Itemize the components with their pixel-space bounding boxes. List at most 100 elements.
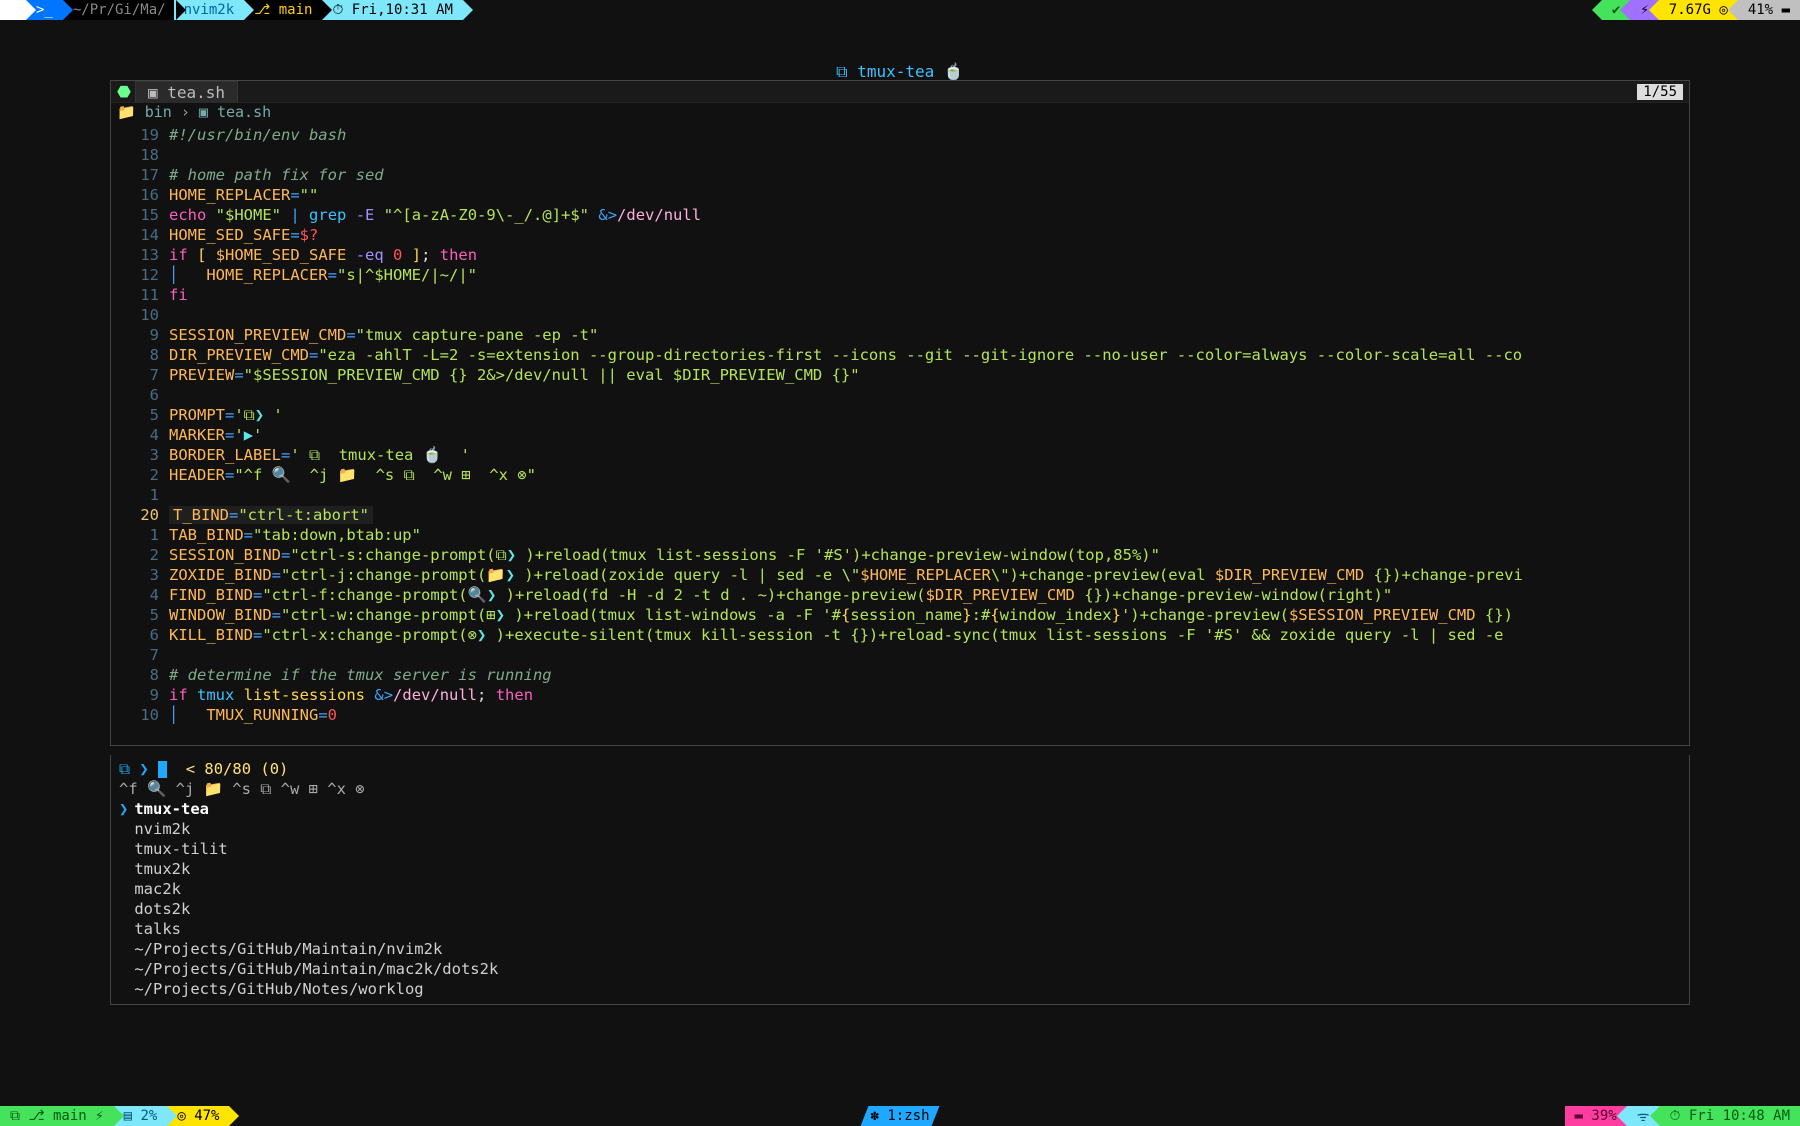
code-content[interactable]: # determine if the tmux server is runnin…	[169, 665, 552, 685]
code-content[interactable]: MARKER='▶'	[169, 425, 262, 445]
fzf-prompt-line[interactable]: ⧉ ❯ < 80/80 (0)	[119, 759, 1681, 779]
code-content[interactable]: SESSION_BIND="ctrl-s:change-prompt(⧉❯ )+…	[169, 545, 1160, 565]
code-line[interactable]: 5WINDOW_BIND="ctrl-w:change-prompt(⊞❯ )+…	[111, 605, 1685, 625]
code-content[interactable]: HEADER="^f 🔍 ^j 📁 ^s ⧉ ^w ⊞ ^x ⊗"	[169, 465, 536, 485]
code-line[interactable]: 14HOME_SED_SAFE=$?	[111, 225, 1685, 245]
tmux-window-label[interactable]: ✽ 1:zsh	[860, 1106, 939, 1126]
code-content[interactable]: HOME_REPLACER=""	[169, 185, 318, 205]
code-area[interactable]: 19#!/usr/bin/env bash1817# home path fix…	[111, 121, 1689, 729]
code-content[interactable]: T_BIND="ctrl-t:abort"	[169, 505, 373, 525]
fzf-list[interactable]: ❯tmux-tea❯nvim2k❯tmux-tilit❯tmux2k❯mac2k…	[119, 799, 1681, 999]
git-icon: ⎇	[254, 2, 279, 18]
code-line[interactable]: 5PROMPT='⧉❯ '	[111, 405, 1685, 425]
line-number: 16	[111, 185, 169, 205]
code-line[interactable]: 9SESSION_PREVIEW_CMD="tmux capture-pane …	[111, 325, 1685, 345]
code-line[interactable]: 7PREVIEW="$SESSION_PREVIEW_CMD {} 2&>/de…	[111, 365, 1685, 385]
session-segment[interactable]: ⧉ ⎇ main ⚡	[0, 1106, 114, 1126]
code-line[interactable]: 12│ HOME_REPLACER="s|^$HOME/|~/|"	[111, 265, 1685, 285]
fzf-pane[interactable]: ⧉ ❯ < 80/80 (0) ^f 🔍 ^j 📁 ^s ⧉ ^w ⊞ ^x ⊗…	[110, 755, 1690, 1005]
code-line[interactable]: 1TAB_BIND="tab:down,btab:up"	[111, 525, 1685, 545]
battery-text: 41%	[1748, 2, 1773, 18]
line-number: 17	[111, 165, 169, 185]
code-content[interactable]: FIND_BIND="ctrl-f:change-prompt(🔍❯ )+rel…	[169, 585, 1392, 605]
code-line[interactable]: 9if tmux list-sessions &>/dev/null; then	[111, 685, 1685, 705]
code-content[interactable]: WINDOW_BIND="ctrl-w:change-prompt(⊞❯ )+r…	[169, 605, 1513, 625]
code-content[interactable]: │ HOME_REPLACER="s|^$HOME/|~/|"	[169, 265, 477, 285]
list-item[interactable]: ❯tmux-tea	[119, 799, 1681, 819]
code-line[interactable]: 10	[111, 305, 1685, 325]
code-line[interactable]: 11fi	[111, 285, 1685, 305]
fzf-header: ^f 🔍 ^j 📁 ^s ⧉ ^w ⊞ ^x ⊗	[119, 779, 1681, 799]
memory-segment: 7.67G ◎	[1659, 0, 1738, 20]
code-content[interactable]: HOME_SED_SAFE=$?	[169, 225, 318, 245]
code-line[interactable]: 1	[111, 485, 1685, 505]
cpu-text: 2%	[140, 1108, 157, 1124]
code-line[interactable]: 2HEADER="^f 🔍 ^j 📁 ^s ⧉ ^w ⊞ ^x ⊗"	[111, 465, 1685, 485]
code-content[interactable]: TAB_BIND="tab:down,btab:up"	[169, 525, 421, 545]
code-line[interactable]: 8# determine if the tmux server is runni…	[111, 665, 1685, 685]
code-line[interactable]: 19#!/usr/bin/env bash	[111, 125, 1685, 145]
code-line[interactable]: 3ZOXIDE_BIND="ctrl-j:change-prompt(📁❯ )+…	[111, 565, 1685, 585]
list-item[interactable]: ❯dots2k	[119, 899, 1681, 919]
code-line[interactable]: 3BORDER_LABEL=' ⧉ tmux-tea 🍵 '	[111, 445, 1685, 465]
code-content[interactable]: #!/usr/bin/env bash	[169, 125, 346, 145]
code-line[interactable]: 4MARKER='▶'	[111, 425, 1685, 445]
list-item[interactable]: ❯tmux-tilit	[119, 839, 1681, 859]
code-content[interactable]: KILL_BIND="ctrl-x:change-prompt(⊗❯ )+exe…	[169, 625, 1504, 645]
code-line[interactable]: 13if [ $HOME_SED_SAFE -eq 0 ]; then	[111, 245, 1685, 265]
code-content[interactable]: # home path fix for sed	[169, 165, 384, 185]
list-item[interactable]: ❯nvim2k	[119, 819, 1681, 839]
line-number: 18	[111, 145, 169, 165]
line-number: 10	[111, 705, 169, 725]
fzf-cursor[interactable]	[158, 761, 167, 778]
list-item[interactable]: ❯~/Projects/GitHub/Maintain/nvim2k	[119, 939, 1681, 959]
apple-icon[interactable]	[0, 0, 26, 20]
code-content[interactable]: PREVIEW="$SESSION_PREVIEW_CMD {} 2&>/dev…	[169, 365, 860, 385]
marker-icon: ❯	[119, 800, 128, 818]
code-line[interactable]: 15echo "$HOME" | grep -E "^[a-zA-Z0-9\-_…	[111, 205, 1685, 225]
code-line[interactable]: 2SESSION_BIND="ctrl-s:change-prompt(⧉❯ )…	[111, 545, 1685, 565]
breadcrumb-path: ~/Pr/Gi/Ma/	[63, 0, 176, 20]
breadcrumb: 📁 bin › ▣ tea.sh	[111, 103, 1689, 121]
code-content[interactable]: PROMPT='⧉❯ '	[169, 405, 283, 425]
code-line[interactable]: 6	[111, 385, 1685, 405]
code-line[interactable]: 7	[111, 645, 1685, 665]
code-line[interactable]: 16HOME_REPLACER=""	[111, 185, 1685, 205]
code-line[interactable]: 10│ TMUX_RUNNING=0	[111, 705, 1685, 725]
code-line[interactable]: 17# home path fix for sed	[111, 165, 1685, 185]
battery-segment: 41% ▬	[1738, 0, 1800, 20]
code-content[interactable]: fi	[169, 285, 188, 305]
code-line[interactable]: 18	[111, 145, 1685, 165]
code-line[interactable]: 4FIND_BIND="ctrl-f:change-prompt(🔍❯ )+re…	[111, 585, 1685, 605]
list-item[interactable]: ❯~/Projects/GitHub/Maintain/mac2k/dots2k	[119, 959, 1681, 979]
code-content[interactable]: SESSION_PREVIEW_CMD="tmux capture-pane -…	[169, 325, 598, 345]
code-content[interactable]: BORDER_LABEL=' ⧉ tmux-tea 🍵 '	[169, 445, 470, 465]
code-content[interactable]: ZOXIDE_BIND="ctrl-j:change-prompt(📁❯ )+r…	[169, 565, 1523, 585]
code-content[interactable]: echo "$HOME" | grep -E "^[a-zA-Z0-9\-_/.…	[169, 205, 701, 225]
line-number: 1	[111, 525, 169, 545]
code-content[interactable]: if tmux list-sessions &>/dev/null; then	[169, 685, 533, 705]
git-branch-name: main	[279, 2, 313, 18]
fzf-count: < 80/80 (0)	[186, 760, 289, 778]
line-number: 11	[111, 285, 169, 305]
code-content[interactable]: DIR_PREVIEW_CMD="eza -ahlT -L=2 -s=exten…	[169, 345, 1522, 365]
tab-tea-sh[interactable]: ▣ tea.sh	[135, 81, 238, 103]
line-number: 6	[111, 385, 169, 405]
code-content[interactable]: if [ $HOME_SED_SAFE -eq 0 ]; then	[169, 245, 477, 265]
top-menubar: >_ ~/Pr/Gi/Ma/ nvim2k ⎇ main ⏱ Fri,10:31…	[0, 0, 1800, 20]
code-content[interactable]: │ TMUX_RUNNING=0	[169, 705, 337, 725]
code-line[interactable]: 6KILL_BIND="ctrl-x:change-prompt(⊗❯ )+ex…	[111, 625, 1685, 645]
list-item[interactable]: ❯~/Projects/GitHub/Notes/worklog	[119, 979, 1681, 999]
list-item[interactable]: ❯talks	[119, 919, 1681, 939]
code-line[interactable]: 8DIR_PREVIEW_CMD="eza -ahlT -L=2 -s=exte…	[111, 345, 1685, 365]
battery-icon: ▬	[1575, 1108, 1583, 1124]
list-item[interactable]: ❯mac2k	[119, 879, 1681, 899]
line-number: 9	[111, 325, 169, 345]
line-number: 1	[111, 485, 169, 505]
code-line[interactable]: 20T_BIND="ctrl-t:abort"	[111, 505, 1685, 525]
line-number: 3	[111, 445, 169, 465]
clock-text: Fri,10:31 AM	[352, 2, 453, 18]
list-item[interactable]: ❯tmux2k	[119, 859, 1681, 879]
editor-pane[interactable]: ⬣ ▣ tea.sh 1/55 📁 bin › ▣ tea.sh 19#!/us…	[110, 80, 1690, 746]
clock-segment: ⏱ Fri 10:48 AM	[1660, 1106, 1800, 1126]
